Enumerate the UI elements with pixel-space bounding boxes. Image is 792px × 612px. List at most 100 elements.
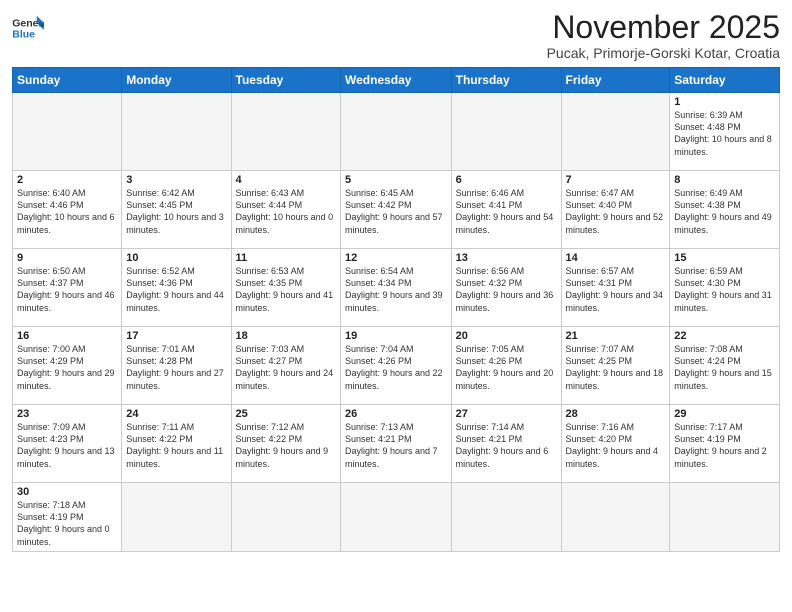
col-sunday: Sunday [13, 68, 122, 93]
calendar-cell [561, 483, 670, 552]
calendar-cell [670, 483, 780, 552]
calendar-cell: 6Sunrise: 6:46 AM Sunset: 4:41 PM Daylig… [451, 171, 561, 249]
day-info: Sunrise: 7:08 AM Sunset: 4:24 PM Dayligh… [674, 343, 775, 392]
day-number: 24 [126, 408, 226, 420]
day-info: Sunrise: 6:46 AM Sunset: 4:41 PM Dayligh… [456, 187, 557, 236]
calendar-cell: 11Sunrise: 6:53 AM Sunset: 4:35 PM Dayli… [231, 249, 340, 327]
day-info: Sunrise: 7:13 AM Sunset: 4:21 PM Dayligh… [345, 421, 447, 470]
calendar-cell: 17Sunrise: 7:01 AM Sunset: 4:28 PM Dayli… [122, 327, 231, 405]
calendar-week-row: 30Sunrise: 7:18 AM Sunset: 4:19 PM Dayli… [13, 483, 780, 552]
day-info: Sunrise: 6:49 AM Sunset: 4:38 PM Dayligh… [674, 187, 775, 236]
calendar-cell: 19Sunrise: 7:04 AM Sunset: 4:26 PM Dayli… [341, 327, 452, 405]
calendar-cell: 9Sunrise: 6:50 AM Sunset: 4:37 PM Daylig… [13, 249, 122, 327]
day-number: 13 [456, 252, 557, 264]
location: Pucak, Primorje-Gorski Kotar, Croatia [547, 45, 780, 61]
day-info: Sunrise: 6:56 AM Sunset: 4:32 PM Dayligh… [456, 265, 557, 314]
day-number: 25 [236, 408, 336, 420]
calendar-cell [341, 93, 452, 171]
day-number: 30 [17, 486, 117, 498]
calendar-cell: 27Sunrise: 7:14 AM Sunset: 4:21 PM Dayli… [451, 405, 561, 483]
day-info: Sunrise: 6:43 AM Sunset: 4:44 PM Dayligh… [236, 187, 336, 236]
calendar-cell: 28Sunrise: 7:16 AM Sunset: 4:20 PM Dayli… [561, 405, 670, 483]
calendar-cell [561, 93, 670, 171]
generalblue-logo-icon: General Blue [12, 14, 44, 42]
day-number: 27 [456, 408, 557, 420]
calendar-cell: 22Sunrise: 7:08 AM Sunset: 4:24 PM Dayli… [670, 327, 780, 405]
calendar-week-row: 1Sunrise: 6:39 AM Sunset: 4:48 PM Daylig… [13, 93, 780, 171]
day-info: Sunrise: 7:05 AM Sunset: 4:26 PM Dayligh… [456, 343, 557, 392]
calendar-cell: 29Sunrise: 7:17 AM Sunset: 4:19 PM Dayli… [670, 405, 780, 483]
calendar-cell: 8Sunrise: 6:49 AM Sunset: 4:38 PM Daylig… [670, 171, 780, 249]
calendar-cell [451, 93, 561, 171]
calendar-cell [231, 93, 340, 171]
day-number: 16 [17, 330, 117, 342]
day-info: Sunrise: 6:52 AM Sunset: 4:36 PM Dayligh… [126, 265, 226, 314]
day-number: 7 [566, 174, 666, 186]
day-number: 1 [674, 96, 775, 108]
calendar-cell: 21Sunrise: 7:07 AM Sunset: 4:25 PM Dayli… [561, 327, 670, 405]
day-info: Sunrise: 7:14 AM Sunset: 4:21 PM Dayligh… [456, 421, 557, 470]
calendar-week-row: 9Sunrise: 6:50 AM Sunset: 4:37 PM Daylig… [13, 249, 780, 327]
day-info: Sunrise: 7:17 AM Sunset: 4:19 PM Dayligh… [674, 421, 775, 470]
day-number: 3 [126, 174, 226, 186]
day-number: 6 [456, 174, 557, 186]
day-number: 8 [674, 174, 775, 186]
day-info: Sunrise: 6:54 AM Sunset: 4:34 PM Dayligh… [345, 265, 447, 314]
day-info: Sunrise: 6:47 AM Sunset: 4:40 PM Dayligh… [566, 187, 666, 236]
day-number: 4 [236, 174, 336, 186]
day-number: 5 [345, 174, 447, 186]
day-info: Sunrise: 6:42 AM Sunset: 4:45 PM Dayligh… [126, 187, 226, 236]
calendar-week-row: 23Sunrise: 7:09 AM Sunset: 4:23 PM Dayli… [13, 405, 780, 483]
day-info: Sunrise: 6:40 AM Sunset: 4:46 PM Dayligh… [17, 187, 117, 236]
day-info: Sunrise: 6:50 AM Sunset: 4:37 PM Dayligh… [17, 265, 117, 314]
day-number: 18 [236, 330, 336, 342]
calendar-cell: 2Sunrise: 6:40 AM Sunset: 4:46 PM Daylig… [13, 171, 122, 249]
day-number: 12 [345, 252, 447, 264]
calendar-cell [122, 483, 231, 552]
day-number: 17 [126, 330, 226, 342]
calendar-cell [13, 93, 122, 171]
calendar-header-row: Sunday Monday Tuesday Wednesday Thursday… [13, 68, 780, 93]
header: General Blue November 2025 Pucak, Primor… [12, 10, 780, 61]
day-number: 9 [17, 252, 117, 264]
day-number: 10 [126, 252, 226, 264]
calendar-week-row: 16Sunrise: 7:00 AM Sunset: 4:29 PM Dayli… [13, 327, 780, 405]
calendar-cell: 5Sunrise: 6:45 AM Sunset: 4:42 PM Daylig… [341, 171, 452, 249]
col-monday: Monday [122, 68, 231, 93]
calendar-cell: 20Sunrise: 7:05 AM Sunset: 4:26 PM Dayli… [451, 327, 561, 405]
day-number: 21 [566, 330, 666, 342]
calendar-cell: 7Sunrise: 6:47 AM Sunset: 4:40 PM Daylig… [561, 171, 670, 249]
day-info: Sunrise: 7:09 AM Sunset: 4:23 PM Dayligh… [17, 421, 117, 470]
day-number: 20 [456, 330, 557, 342]
col-wednesday: Wednesday [341, 68, 452, 93]
day-number: 23 [17, 408, 117, 420]
calendar-cell: 4Sunrise: 6:43 AM Sunset: 4:44 PM Daylig… [231, 171, 340, 249]
day-info: Sunrise: 7:07 AM Sunset: 4:25 PM Dayligh… [566, 343, 666, 392]
calendar-cell [231, 483, 340, 552]
calendar-cell [341, 483, 452, 552]
day-info: Sunrise: 7:01 AM Sunset: 4:28 PM Dayligh… [126, 343, 226, 392]
calendar-week-row: 2Sunrise: 6:40 AM Sunset: 4:46 PM Daylig… [13, 171, 780, 249]
calendar-cell: 24Sunrise: 7:11 AM Sunset: 4:22 PM Dayli… [122, 405, 231, 483]
calendar-cell: 18Sunrise: 7:03 AM Sunset: 4:27 PM Dayli… [231, 327, 340, 405]
day-info: Sunrise: 6:57 AM Sunset: 4:31 PM Dayligh… [566, 265, 666, 314]
title-area: November 2025 Pucak, Primorje-Gorski Kot… [547, 10, 780, 61]
page: General Blue November 2025 Pucak, Primor… [0, 0, 792, 612]
day-number: 15 [674, 252, 775, 264]
calendar-cell: 25Sunrise: 7:12 AM Sunset: 4:22 PM Dayli… [231, 405, 340, 483]
day-info: Sunrise: 7:04 AM Sunset: 4:26 PM Dayligh… [345, 343, 447, 392]
svg-text:Blue: Blue [12, 29, 35, 41]
day-info: Sunrise: 6:45 AM Sunset: 4:42 PM Dayligh… [345, 187, 447, 236]
calendar-cell: 16Sunrise: 7:00 AM Sunset: 4:29 PM Dayli… [13, 327, 122, 405]
calendar-table: Sunday Monday Tuesday Wednesday Thursday… [12, 67, 780, 552]
calendar-cell [451, 483, 561, 552]
day-number: 28 [566, 408, 666, 420]
day-number: 14 [566, 252, 666, 264]
day-info: Sunrise: 7:00 AM Sunset: 4:29 PM Dayligh… [17, 343, 117, 392]
day-number: 2 [17, 174, 117, 186]
day-number: 22 [674, 330, 775, 342]
day-info: Sunrise: 6:39 AM Sunset: 4:48 PM Dayligh… [674, 109, 775, 158]
day-info: Sunrise: 7:11 AM Sunset: 4:22 PM Dayligh… [126, 421, 226, 470]
day-info: Sunrise: 6:59 AM Sunset: 4:30 PM Dayligh… [674, 265, 775, 314]
month-title: November 2025 [547, 10, 780, 45]
